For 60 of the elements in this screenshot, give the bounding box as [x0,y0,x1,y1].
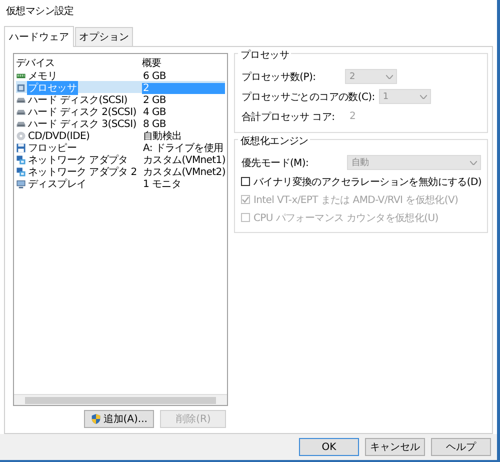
device-name: ハード ディスク(SCSI) [27,94,128,107]
caret-icon [420,94,427,98]
device-row[interactable]: CD/DVD(IDE) 自動検出 [16,129,226,141]
device-name: フロッピー [27,142,78,155]
device-summary: 4 GB [142,106,167,118]
field-value: 2 [348,111,356,122]
caret-icon [470,160,478,164]
device-summary: 8 GB [142,118,167,130]
field-label: 合計プロセッサ コア: [241,110,336,124]
column-header: 概要 [142,56,162,70]
device-row[interactable]: ハード ディスク 3(SCSI) 8 GB [16,117,226,129]
device-name: ディスプレイ [27,178,88,191]
device-name: メモリ [27,70,58,82]
device-summary: 自動検出 [142,130,183,143]
monitor-icon [16,179,26,189]
device-summary: 1 モニタ [142,178,182,191]
field-label: プロセッサ数(P): [241,70,317,84]
scrollbar-thumb[interactable] [25,396,216,404]
device-summary: 6 GB [142,70,167,82]
checkbox[interactable] [241,177,250,186]
tab[interactable]: オプション [75,27,133,46]
device-summary: 2 GB [142,94,167,106]
checkbox-label: Intel VT-x/EPT または AMD-V/RVI を仮想化(V) [253,194,458,206]
dialog-button[interactable]: キャンセル [365,438,425,456]
device-name: プロセッサ [27,81,78,95]
dialog-button[interactable]: ヘルプ [431,438,491,456]
device-name: CD/DVD(IDE) [27,130,91,142]
column-header: デバイス [16,57,56,70]
field-label: 優先モード(M): [241,156,310,170]
network-icon [16,155,26,165]
caret-icon [386,74,394,78]
disc-icon [16,131,26,141]
dialog-button[interactable]: OK [299,438,359,456]
checkbox-label: バイナリ変換のアクセラレーションを無効にする(D) [253,176,482,188]
device-summary: カスタム(VMnet1) [142,154,226,167]
add-button[interactable]: 追加(A)... [84,410,154,428]
device-row[interactable]: フロッピー A: ドライブを使用 [16,141,226,153]
device-row[interactable]: ハード ディスク(SCSI) 2 GB [16,93,226,105]
tab[interactable]: ハードウェア [4,26,74,47]
device-summary: A: ドライブを使用 [142,142,224,155]
shield-icon [91,414,102,424]
device-name: ハード ディスク 3(SCSI) [27,118,138,131]
device-row[interactable]: ネットワーク アダプタ カスタム(VMnet1) [16,153,226,165]
field-label: プロセッサごとのコアの数(C): [241,90,375,104]
device-summary: 2 [142,82,226,94]
device-name: ネットワーク アダプタ [27,154,129,166]
checkbox-label: CPU パフォーマンス カウンタを仮想化(U) [253,212,438,224]
window-title: 仮想マシン設定 [5,4,75,19]
device-row[interactable]: ディスプレイ 1 モニタ [16,177,226,189]
group-title: プロセッサ [238,48,291,62]
device-summary: カスタム(VMnet2) [142,166,226,179]
device-row[interactable]: メモリ 6 GB [16,69,226,81]
device-row[interactable]: ネットワーク アダプタ 2 カスタム(VMnet2) [16,165,226,177]
device-name: ネットワーク アダプタ 2 [27,166,138,178]
network-icon [16,167,26,177]
device-name: ハード ディスク 2(SCSI) [27,106,138,119]
group-title: 仮想化エンジン [238,134,310,148]
chip-icon [16,83,26,93]
memory-chip-icon [16,71,26,81]
device-row[interactable]: ハード ディスク 2(SCSI) 4 GB [16,105,226,117]
